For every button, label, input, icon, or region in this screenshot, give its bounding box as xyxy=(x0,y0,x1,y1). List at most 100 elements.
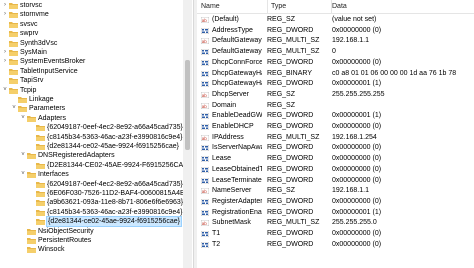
tree-item-label: Adapters xyxy=(38,114,67,122)
value-type: REG_DWORD xyxy=(267,26,314,34)
binary-value-icon xyxy=(201,59,209,66)
value-row[interactable]: ab DhcpServer REG_SZ 255.255.255.255 xyxy=(197,90,474,100)
value-type: REG_DWORD xyxy=(267,240,314,248)
folder-icon xyxy=(27,228,36,235)
value-row[interactable]: IsServerNapAware REG_DWORD 0x00000000 (0) xyxy=(197,143,474,153)
tree-expander-icon[interactable]: › xyxy=(2,2,8,8)
tree-item-label: {d2e81344-ce02-45ae-9924-f6915256cae} xyxy=(46,216,182,228)
folder-icon xyxy=(9,31,18,38)
tree-expander-icon[interactable]: › xyxy=(2,49,8,55)
value-row[interactable]: Lease REG_DWORD 0x00000000 (0) xyxy=(197,154,474,164)
value-row[interactable]: T2 REG_DWORD 0x00000000 (0) xyxy=(197,240,474,250)
value-type: REG_DWORD xyxy=(267,144,314,152)
value-row[interactable]: DefaultGatewayM... REG_MULTI_SZ 0 xyxy=(197,47,474,57)
folder-icon xyxy=(36,162,45,169)
value-row[interactable]: ab IPAddress REG_MULTI_SZ 192.168.1.254 xyxy=(197,133,474,143)
value-row[interactable]: RegisterAdapter... REG_DWORD 0x00000000 (0… xyxy=(197,197,474,207)
value-data: 0x00000000 (0) xyxy=(332,123,382,130)
tree-expander-icon xyxy=(20,228,26,234)
value-row[interactable]: ab Domain REG_SZ xyxy=(197,101,474,111)
value-row[interactable]: DhcpConnForceB... REG_DWORD 0x00000000 (0) xyxy=(197,58,474,68)
tree-item-label: NsiObjectSecurity xyxy=(38,227,94,235)
registry-key-tree[interactable]: › storvsc › stornvme svsvc swprv Synth3dVsc › Sy… xyxy=(0,0,193,268)
tree-expander-icon xyxy=(20,237,26,243)
values-header: Name Type Data xyxy=(197,0,474,14)
folder-icon xyxy=(27,238,36,244)
value-row[interactable]: ab (Default) REG_SZ (value not set) xyxy=(197,15,474,25)
value-name: DhcpGatewayHar... xyxy=(212,80,262,88)
tree-item-label: Interfaces xyxy=(38,171,69,179)
value-name: Lease xyxy=(212,155,232,163)
tree-expander-icon[interactable]: ˅ xyxy=(20,115,26,121)
value-name: DhcpGatewayHar... xyxy=(212,69,262,77)
value-name: T2 xyxy=(212,240,221,248)
value-row[interactable]: AddressType REG_DWORD 0x00000000 (0) xyxy=(197,26,474,36)
tree-item-label: {D2E81344-CE02-45AE-9924-F6915256CAE} xyxy=(47,161,191,169)
tree-expander-icon xyxy=(2,30,8,36)
value-type: REG_DWORD xyxy=(267,112,314,120)
value-data: 0x00000000 (0) xyxy=(332,26,382,34)
svg-text:ab: ab xyxy=(202,93,208,98)
value-row[interactable]: ab DefaultGateway REG_MULTI_SZ 192.168.1.1 xyxy=(197,36,474,46)
tree-expander-icon[interactable]: ˅ xyxy=(2,87,8,93)
registry-values-list[interactable]: Name Type Data ab (Default) REG_SZ (value n… xyxy=(197,0,474,268)
value-row[interactable]: LeaseTerminatesT... REG_DWORD 0x00000000 (… xyxy=(197,176,474,186)
tree-scrollbar[interactable] xyxy=(183,0,192,268)
value-type: REG_MULTI_SZ xyxy=(267,219,320,227)
header-type[interactable]: Type xyxy=(267,0,332,13)
folder-icon xyxy=(36,134,45,141)
value-name: LeaseObtainedTime xyxy=(212,165,262,173)
tree-expander-icon[interactable]: ˅ xyxy=(20,171,26,177)
value-type: REG_DWORD xyxy=(267,230,314,237)
value-row[interactable]: LeaseObtainedTime REG_DWORD 0x00000000 (0) xyxy=(197,165,474,175)
tree-item-label: SysMain xyxy=(20,49,47,56)
value-row[interactable]: DhcpGatewayHar... REG_BINARY c0 a8 01 01 0… xyxy=(197,69,474,79)
value-name: T1 xyxy=(212,230,221,237)
value-data: 0x00000001 (1) xyxy=(332,80,382,88)
value-row[interactable]: DhcpGatewayHar... REG_DWORD 0x00000001 (1) xyxy=(197,79,474,89)
value-name: (Default) xyxy=(212,16,239,23)
binary-value-icon xyxy=(201,231,209,237)
value-row[interactable]: RegistrationEna... REG_DWORD 0x00000001 (1… xyxy=(197,208,474,218)
folder-icon xyxy=(36,209,45,216)
value-data: 192.168.1.254 xyxy=(332,133,377,141)
value-name: SubnetMask xyxy=(212,219,251,227)
tree-item-label: svsvc xyxy=(20,20,38,28)
value-name: IsServerNapAware xyxy=(212,144,262,152)
svg-text:ab: ab xyxy=(202,104,208,109)
header-data[interactable]: Data xyxy=(328,0,472,13)
svg-text:ab: ab xyxy=(202,221,208,226)
value-type: REG_SZ xyxy=(267,101,296,109)
tree-item-label: storvsc xyxy=(20,2,43,9)
value-row[interactable]: ab SubnetMask REG_MULTI_SZ 255.255.255.0 xyxy=(197,218,474,228)
value-row[interactable]: EnableDeadGWDet... REG_DWORD 0x00000001 (1… xyxy=(197,111,474,121)
string-value-icon: ab xyxy=(201,38,209,45)
tree-scrollbar-thumb[interactable] xyxy=(185,60,190,150)
value-row[interactable]: EnableDHCP REG_DWORD 0x00000000 (0) xyxy=(197,122,474,132)
tree-item-label: {c8145b34-5363-46ac-a23f-e3990816c9e4} xyxy=(47,208,183,216)
value-data: 0x00000000 (0) xyxy=(332,58,382,66)
tree-expander-icon[interactable]: › xyxy=(2,58,8,64)
value-name: RegisterAdapter... xyxy=(212,197,262,205)
binary-value-icon xyxy=(201,209,209,216)
value-row[interactable]: T1 REG_DWORD 0x00000000 (0) xyxy=(197,229,474,239)
tree-item-label: Tcpip xyxy=(20,86,37,94)
tree-expander-icon[interactable]: › xyxy=(2,11,8,17)
value-data: 255.255.255.255 xyxy=(332,90,385,98)
value-row[interactable]: ab NameServer REG_SZ 192.168.1.1 xyxy=(197,186,474,196)
value-type: REG_DWORD xyxy=(267,80,314,88)
tree-expander-icon[interactable]: ˅ xyxy=(11,105,17,111)
folder-icon xyxy=(18,106,27,113)
tree-item-label: TapiSrv xyxy=(20,77,44,85)
tree-item-label: PersistentRoutes xyxy=(38,237,92,244)
value-name: EnableDHCP xyxy=(212,123,254,130)
folder-icon xyxy=(36,144,45,150)
value-type: REG_SZ xyxy=(267,187,296,195)
value-type: REG_DWORD xyxy=(267,197,314,205)
binary-value-icon xyxy=(201,27,209,34)
tree-expander-icon[interactable]: ˅ xyxy=(20,152,26,158)
value-data: 0x00000000 (0) xyxy=(332,197,382,205)
binary-value-icon xyxy=(201,156,209,163)
header-name[interactable]: Name xyxy=(197,0,268,13)
value-name: IPAddress xyxy=(212,133,244,141)
